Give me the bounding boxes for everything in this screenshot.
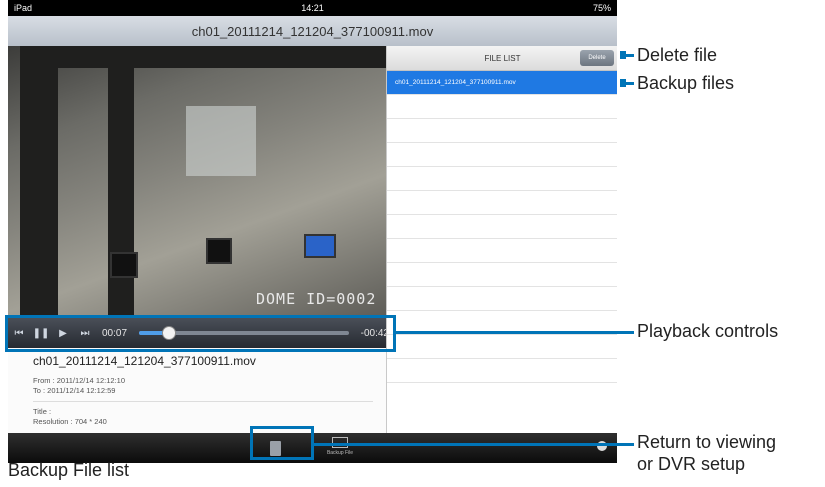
divider (33, 401, 373, 402)
file-list-empty-row (387, 215, 617, 239)
file-list-item[interactable]: ch01_20111214_121204_377100911.mov (387, 71, 617, 95)
file-list-rows: ch01_20111214_121204_377100911.mov (387, 71, 617, 383)
file-list-empty-row (387, 119, 617, 143)
ipad-screen: iPad 14:21 75% ch01_20111214_121204_3771… (8, 0, 617, 463)
scene-ceiling-beam (58, 46, 386, 68)
file-list-empty-row (387, 335, 617, 359)
scene-pillar-left (20, 46, 58, 318)
file-list-empty-row (387, 239, 617, 263)
callout-delete-file: Delete file (637, 45, 718, 65)
file-list-header: FILE LIST Delete (387, 46, 617, 71)
playback-leader-line (396, 331, 634, 334)
info-file-name: ch01_20111214_121204_377100911.mov (33, 354, 256, 368)
camera-osd-text: DOME ID=0002 (256, 290, 377, 308)
window-title: ch01_20111214_121204_377100911.mov (191, 23, 434, 39)
file-list-empty-row (387, 191, 617, 215)
playback-controls-highlight (5, 315, 396, 352)
status-bar: iPad 14:21 75% (8, 0, 617, 16)
backup-tab-label: Backup File (326, 450, 354, 456)
info-title: Title : (33, 407, 52, 416)
scene-monitor (110, 252, 138, 278)
scene-monitor (206, 238, 232, 264)
title-bar: ch01_20111214_121204_377100911.mov (8, 16, 617, 47)
info-to: To : 2011/12/14 12:12:59 (33, 386, 116, 395)
file-list-empty-row (387, 143, 617, 167)
info-from: From : 2011/12/14 12:12:10 (33, 376, 126, 385)
file-list-empty-row (387, 263, 617, 287)
callout-backup-files: Backup files (637, 73, 735, 93)
status-time: 14:21 (301, 3, 324, 13)
callout-playback-controls: Playback controls (637, 321, 779, 341)
tab-highlight (250, 426, 314, 460)
scene-window (186, 106, 256, 176)
return-leader-line (314, 443, 634, 446)
backup-leader-line (620, 82, 634, 85)
file-list-title: FILE LIST (484, 53, 521, 63)
info-resolution: Resolution : 704 * 240 (33, 417, 107, 426)
file-list-empty-row (387, 359, 617, 383)
battery-level: 75% (592, 3, 611, 13)
file-list-empty-row (387, 287, 617, 311)
scene-monitor (304, 234, 336, 258)
file-info-panel: ch01_20111214_121204_377100911.mov From … (8, 348, 386, 433)
delete-button[interactable]: Delete (580, 50, 614, 66)
video-player[interactable]: DOME ID=0002 (8, 46, 386, 318)
figure-caption: Backup File list (8, 460, 130, 480)
file-list-panel: FILE LIST Delete ch01_20111214_121204_37… (386, 46, 617, 433)
file-list-empty-row (387, 167, 617, 191)
delete-leader-line (620, 54, 634, 57)
device-label: iPad (14, 3, 33, 13)
tab-backup-file[interactable]: Backup File (320, 435, 360, 461)
callout-return-line2: or DVR setup (637, 454, 746, 474)
file-list-empty-row (387, 95, 617, 119)
callout-return-line1: Return to viewing (637, 432, 777, 452)
